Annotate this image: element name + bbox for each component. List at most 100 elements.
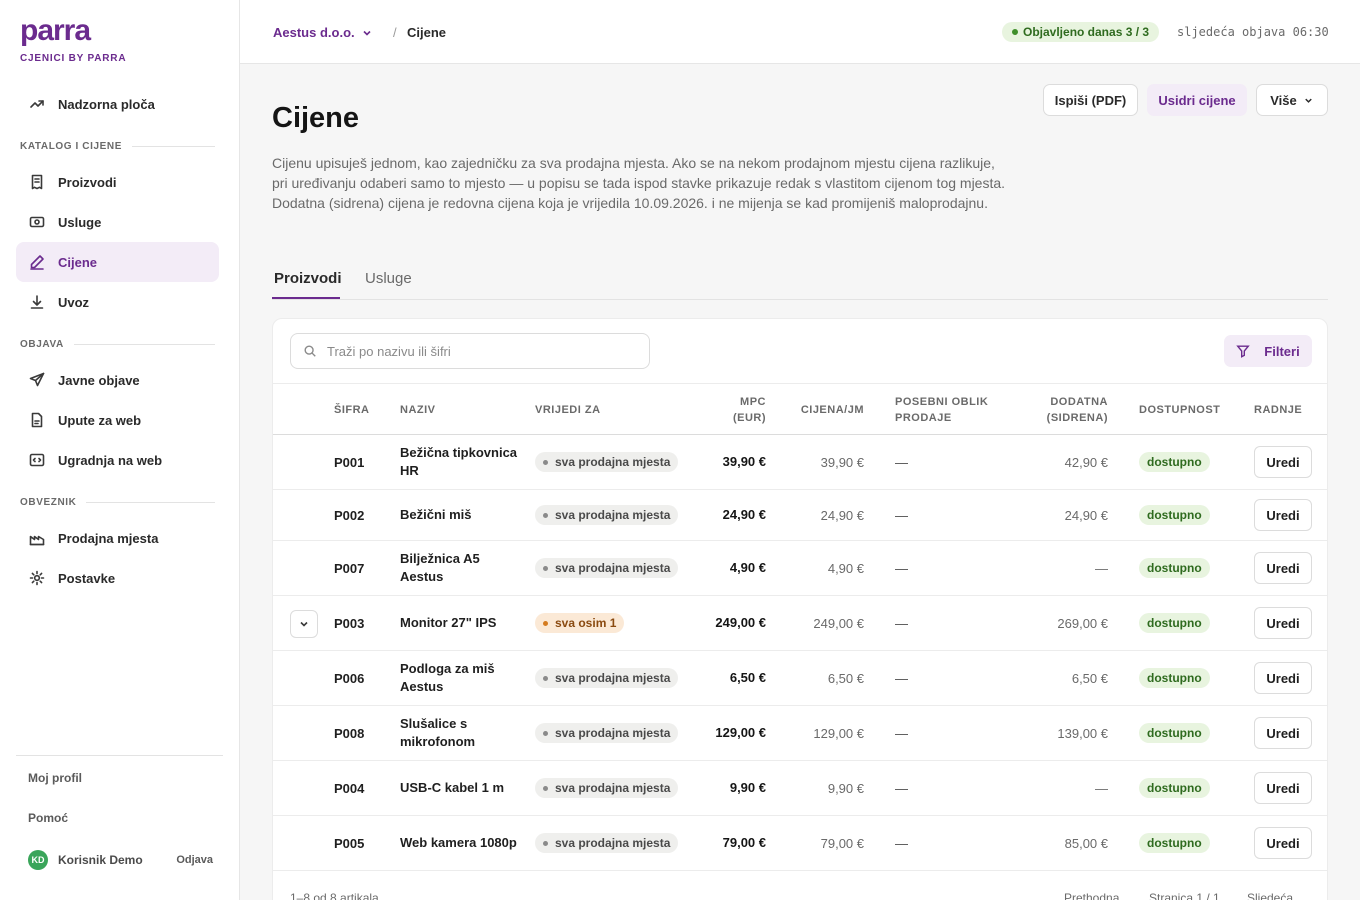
cell-actions: Uredi — [1254, 541, 1312, 595]
search-box[interactable] — [290, 333, 650, 369]
sidebar-item-label: Uvoz — [58, 294, 90, 310]
column-header-special-sale[interactable]: POSEBNI OBLIK PRODAJE — [895, 384, 995, 436]
expand-row-button[interactable] — [290, 609, 318, 638]
cell-anchor-price: — — [1095, 560, 1108, 576]
column-header-name[interactable]: NAZIV — [400, 384, 436, 436]
sidebar-item-label: Upute za web — [58, 412, 142, 428]
cell-anchor-price: 85,00 € — [1064, 835, 1108, 851]
availability-badge: dostupno — [1139, 833, 1210, 853]
table-row: P001 Bežična tipkovnica HR sva prodajna mj… — [273, 435, 1327, 490]
anchor-prices-button[interactable]: Usidri cijene — [1147, 84, 1247, 116]
sidebar-item-public-posts[interactable]: Javne objave — [16, 360, 219, 400]
column-header-actions: RADNJE — [1254, 404, 1303, 416]
table-row: P003 Monitor 27" IPS sva osim 1 249,00 € 249… — [273, 596, 1327, 651]
cell-scope: sva prodajna mjesta — [535, 435, 679, 489]
cell-sku: P003 — [334, 615, 365, 631]
next-publication-time: sljedeća objava 06:30 — [1177, 25, 1329, 39]
cell-mpc: 24,90 € — [722, 507, 766, 522]
column-header-availability[interactable]: DOSTUPNOST — [1139, 384, 1220, 436]
edit-button[interactable]: Uredi — [1254, 772, 1312, 804]
column-header-scope[interactable]: VRIJEDI ZA — [535, 384, 601, 436]
search-icon — [304, 345, 316, 357]
cell-name: Bilježnica A5 Aestus — [400, 551, 480, 584]
section-label-publication: OBJAVA — [20, 339, 215, 350]
cell-special-sale: — — [895, 725, 908, 741]
cell-scope: sva prodajna mjesta — [535, 490, 679, 540]
sidebar-divider — [16, 755, 223, 756]
more-button-label: Više — [1270, 92, 1297, 108]
cell-name: Bežični miš — [400, 507, 472, 522]
availability-badge: dostupno — [1139, 613, 1210, 633]
sidebar-item-services[interactable]: Usluge — [16, 202, 219, 242]
tab-services[interactable]: Usluge — [365, 270, 412, 287]
cell-unit-price: 129,00 € — [813, 725, 864, 741]
trend-icon — [28, 95, 46, 113]
edit-button[interactable]: Uredi — [1254, 717, 1312, 749]
sidebar-item-products[interactable]: Proizvodi — [16, 162, 219, 202]
cell-unit-price: 249,00 € — [813, 615, 864, 631]
cell-actions: Uredi — [1254, 596, 1312, 650]
prices-table-card: Filteri ŠIFRA NAZIV VRIJEDI ZA MPC (EUR)… — [272, 318, 1328, 900]
edit-button[interactable]: Uredi — [1254, 662, 1312, 694]
edit-button[interactable]: Uredi — [1254, 827, 1312, 859]
cell-anchor-price: 139,00 € — [1057, 725, 1108, 741]
logout-link[interactable]: Odjava — [176, 854, 213, 866]
scope-badge: sva prodajna mjesta — [535, 723, 679, 743]
breadcrumb-current: Cijene — [407, 25, 447, 40]
scope-badge-text: sva osim 1 — [555, 616, 617, 630]
column-header-mpc[interactable]: MPC (EUR) — [713, 384, 766, 436]
sidebar-item-settings[interactable]: Postavke — [16, 558, 219, 598]
scope-dot-icon — [543, 512, 548, 518]
edit-button[interactable]: Uredi — [1254, 552, 1312, 584]
availability-badge: dostupno — [1139, 452, 1210, 472]
prev-page-button[interactable]: Prethodna — [1064, 891, 1119, 900]
column-header-unit-price[interactable]: CIJENA/JM — [778, 384, 864, 436]
cell-availability: dostupno — [1139, 435, 1210, 489]
filters-button[interactable]: Filteri — [1224, 335, 1312, 367]
cell-special-sale: — — [895, 560, 908, 576]
edit-button[interactable]: Uredi — [1254, 446, 1312, 478]
edit-button[interactable]: Uredi — [1254, 607, 1312, 639]
cell-mpc: 39,90 € — [722, 454, 766, 469]
sidebar-item-web-guide[interactable]: Upute za web — [16, 400, 219, 440]
my-profile-link[interactable]: Moj profil — [28, 771, 82, 785]
tabs-divider — [272, 299, 1328, 300]
brand-logo[interactable]: parra — [20, 16, 91, 46]
scope-dot-icon — [543, 785, 548, 791]
edit-button[interactable]: Uredi — [1254, 499, 1312, 531]
column-header-anchor-price[interactable]: DODATNA (SIDRENA) — [1033, 384, 1108, 436]
column-header-sku[interactable]: ŠIFRA — [334, 384, 370, 436]
tab-products[interactable]: Proizvodi — [274, 270, 342, 287]
sidebar-item-stores[interactable]: Prodajna mjesta — [16, 518, 219, 558]
sidebar-item-web-embed[interactable]: Ugradnja na web — [16, 440, 219, 480]
cell-mpc: 249,00 € — [715, 615, 766, 630]
cell-availability: dostupno — [1139, 706, 1210, 760]
cell-sku: P008 — [334, 725, 365, 741]
cell-actions: Uredi — [1254, 706, 1312, 760]
cell-special-sale: — — [895, 835, 908, 851]
help-link[interactable]: Pomoć — [28, 811, 68, 825]
cell-unit-price: 24,90 € — [820, 507, 864, 523]
sidebar-item-import[interactable]: Uvoz — [16, 282, 219, 322]
print-pdf-button[interactable]: Ispiši (PDF) — [1043, 84, 1138, 116]
send-icon — [28, 371, 46, 389]
scope-badge: sva prodajna mjesta — [535, 452, 679, 472]
sidebar-item-dashboard[interactable]: Nadzorna ploča — [16, 84, 219, 124]
next-page-button[interactable]: Sljedeća — [1247, 891, 1293, 900]
cell-mpc: 9,90 € — [729, 780, 766, 795]
sidebar-item-prices[interactable]: Cijene — [16, 242, 219, 282]
cell-mpc: 79,00 € — [722, 835, 766, 850]
cell-availability: dostupno — [1139, 490, 1210, 540]
search-input[interactable] — [327, 343, 627, 359]
cell-availability: dostupno — [1139, 816, 1210, 870]
company-selector[interactable]: Aestus d.o.o. — [273, 25, 373, 40]
cell-anchor-price: 6,50 € — [1071, 670, 1108, 686]
banknote-icon — [28, 213, 46, 231]
more-button[interactable]: Više — [1256, 84, 1328, 116]
sidebar: parra CJENICI BY PARRA Nadzorna ploča KA… — [0, 0, 240, 900]
section-label-catalog: KATALOG I CIJENE — [20, 141, 215, 152]
cell-sku: P005 — [334, 835, 365, 851]
user-name: Korisnik Demo — [58, 853, 143, 867]
chevron-down-icon — [1304, 98, 1312, 103]
cell-actions: Uredi — [1254, 761, 1312, 815]
